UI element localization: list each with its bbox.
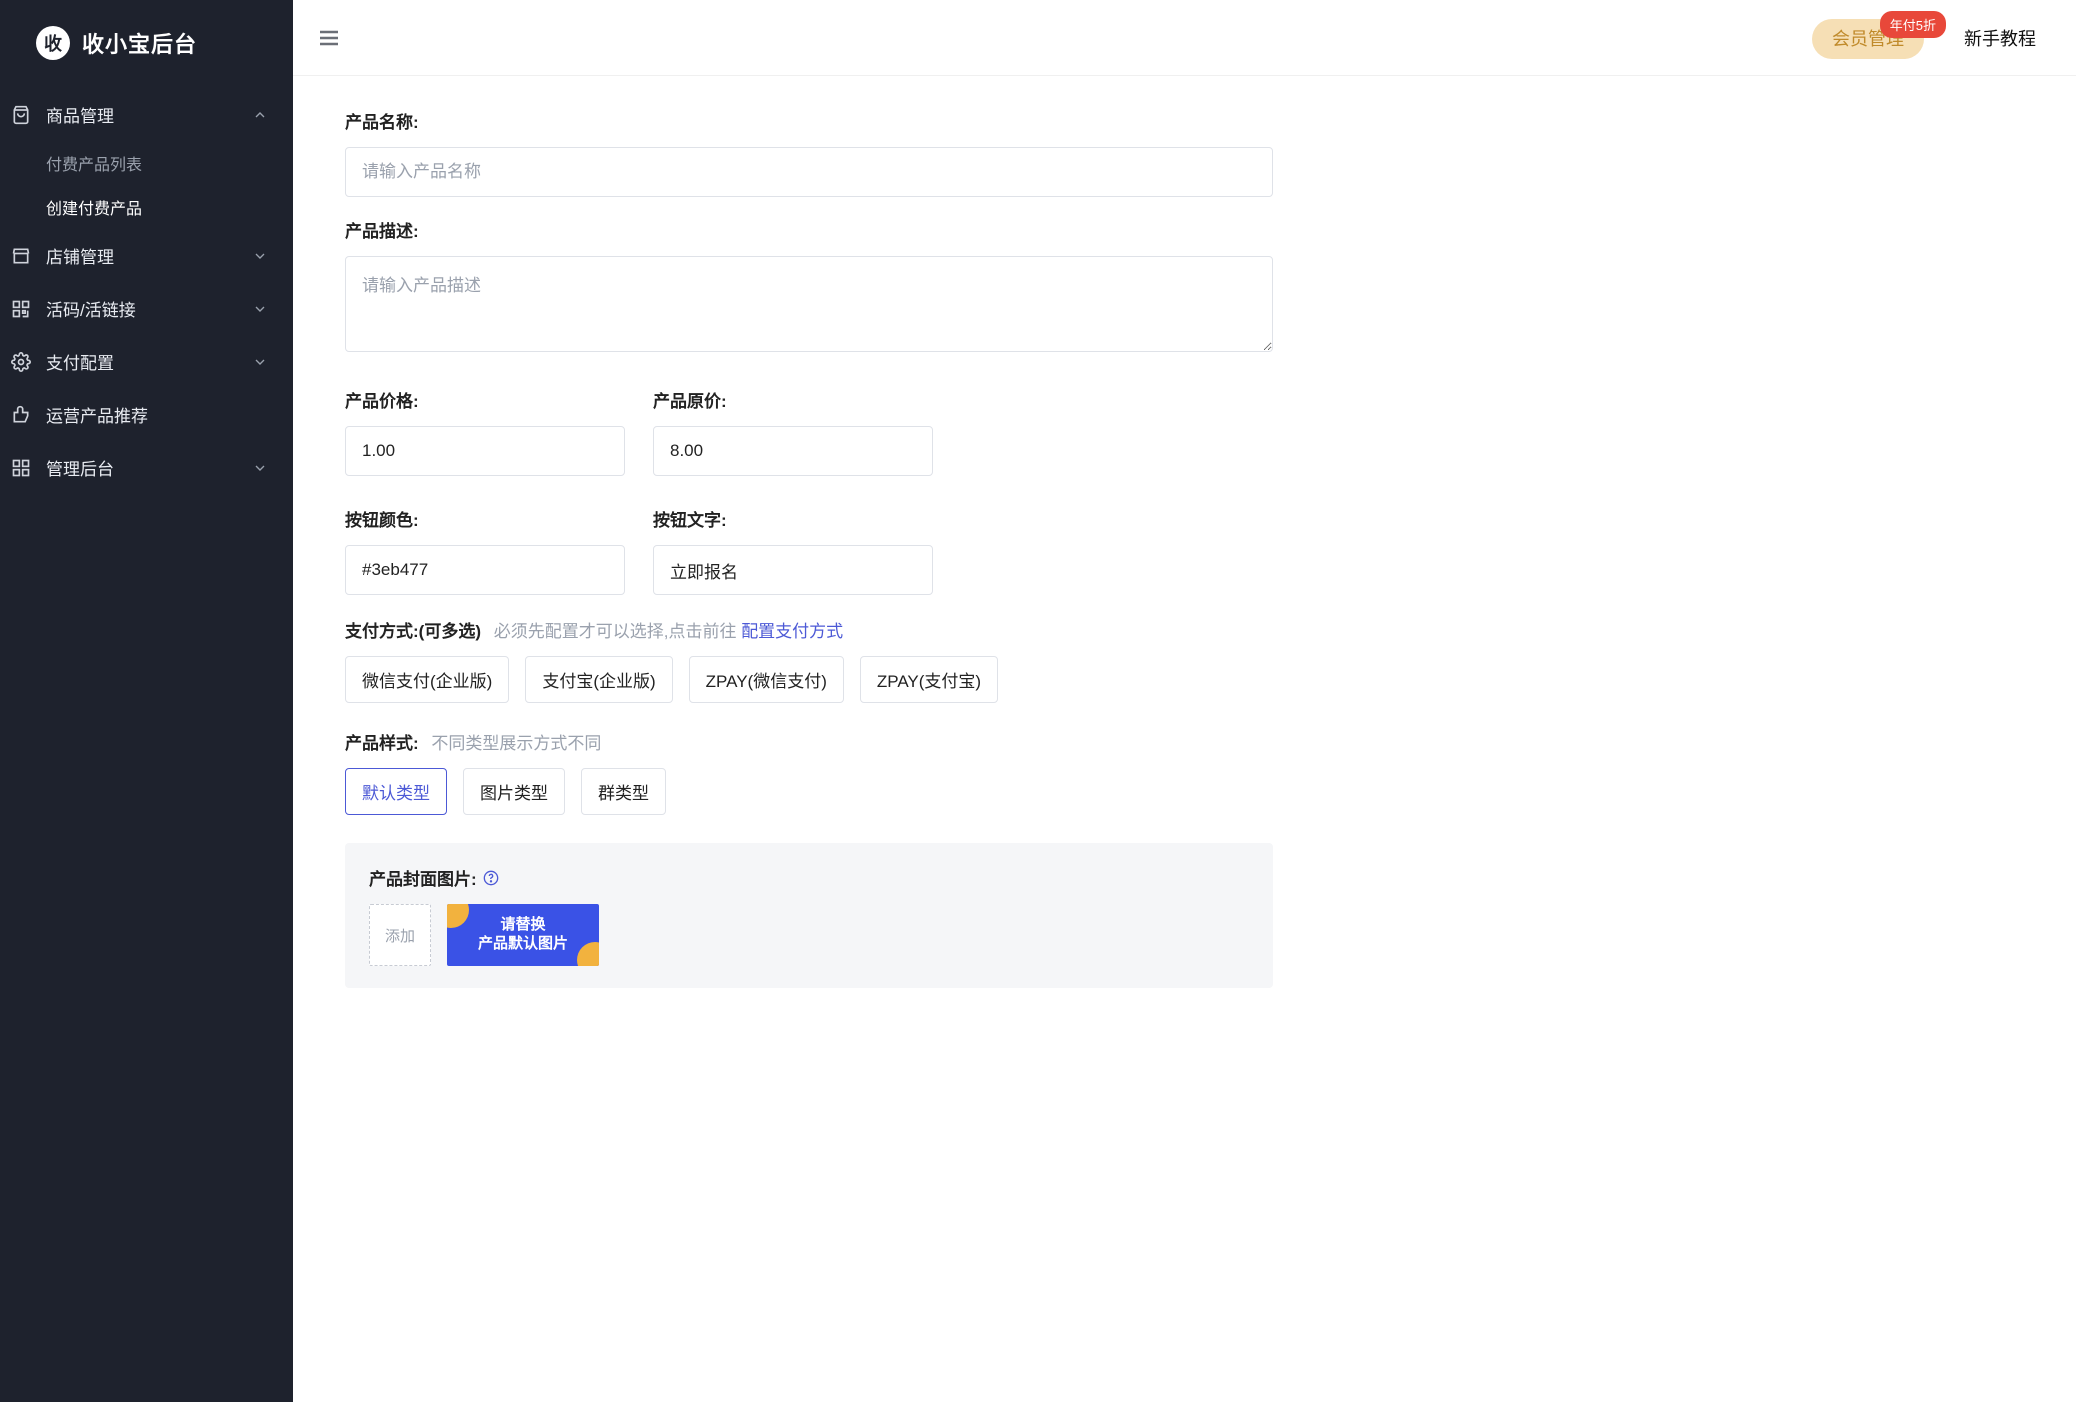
pay-option-zpay-alipay[interactable]: ZPAY(支付宝) xyxy=(860,656,998,703)
pay-option-wechat-enterprise[interactable]: 微信支付(企业版) xyxy=(345,656,509,703)
product-desc-label: 产品描述: xyxy=(345,217,1273,242)
topbar-right: 年付5折 会员管理 新手教程 xyxy=(1812,25,2036,51)
nav-label: 商品管理 xyxy=(46,102,237,127)
nav-sub-product-list[interactable]: 付费产品列表 xyxy=(0,141,293,185)
nav-item-livecode[interactable]: 活码/活链接 xyxy=(0,282,293,335)
brand-logo: 收 xyxy=(36,26,70,60)
cover-upload-row: 添加 请替换 产品默认图片 xyxy=(369,904,1249,966)
member-badge: 年付5折 xyxy=(1880,11,1946,38)
chevron-up-icon xyxy=(251,106,269,124)
nav-item-admin[interactable]: 管理后台 xyxy=(0,441,293,494)
nav-label: 店铺管理 xyxy=(46,243,237,268)
btn-text-label: 按钮文字: xyxy=(653,506,933,531)
nav-label: 管理后台 xyxy=(46,455,237,480)
chevron-down-icon xyxy=(251,353,269,371)
pay-method-label: 支付方式:(可多选) 必须先配置才可以选择,点击前往 配置支付方式 xyxy=(345,617,1273,642)
grid-icon xyxy=(10,457,32,479)
add-cover-button[interactable]: 添加 xyxy=(369,904,431,966)
topbar: 年付5折 会员管理 新手教程 xyxy=(293,0,2076,76)
price-input[interactable] xyxy=(345,426,625,476)
nav-item-products[interactable]: 商品管理 xyxy=(0,88,293,141)
orig-price-input[interactable] xyxy=(653,426,933,476)
brand: 收 收小宝后台 xyxy=(0,14,293,88)
qr-icon xyxy=(10,298,32,320)
chevron-down-icon xyxy=(251,247,269,265)
product-desc-input[interactable] xyxy=(345,256,1273,352)
cover-upload-card: 产品封面图片: 添加 请替换 产品默认图片 xyxy=(345,843,1273,988)
nav-label: 活码/活链接 xyxy=(46,296,237,321)
nav-label: 支付配置 xyxy=(46,349,237,374)
help-icon[interactable] xyxy=(483,870,499,886)
chevron-down-icon xyxy=(251,459,269,477)
btn-text-input[interactable] xyxy=(653,545,933,595)
content: 产品名称: 产品描述: 产品价格: 产品原价: 按钮颜色: xyxy=(293,76,2076,1402)
pay-method-hint: 必须先配置才可以选择,点击前往 配置支付方式 xyxy=(494,622,843,641)
style-label: 产品样式: 不同类型展示方式不同 xyxy=(345,729,1273,754)
cover-preview[interactable]: 请替换 产品默认图片 xyxy=(447,904,599,966)
cover-label: 产品封面图片: xyxy=(369,865,477,890)
store-icon xyxy=(10,245,32,267)
nav: 商品管理 付费产品列表 创建付费产品 店铺管理 活码/活链接 xyxy=(0,88,293,494)
nav-item-payment[interactable]: 支付配置 xyxy=(0,335,293,388)
pay-option-zpay-wechat[interactable]: ZPAY(微信支付) xyxy=(689,656,844,703)
member-wrap: 年付5折 会员管理 xyxy=(1812,25,1924,51)
style-option-default[interactable]: 默认类型 xyxy=(345,768,447,815)
nav-sub-create-product[interactable]: 创建付费产品 xyxy=(0,185,293,229)
gear-icon xyxy=(10,351,32,373)
tutorial-link[interactable]: 新手教程 xyxy=(1964,25,2036,51)
nav-sub-products: 付费产品列表 创建付费产品 xyxy=(0,141,293,229)
pay-method-label-text: 支付方式:(可多选) xyxy=(345,622,481,641)
style-label-text: 产品样式: xyxy=(345,734,419,753)
style-hint: 不同类型展示方式不同 xyxy=(431,734,601,753)
nav-label: 运营产品推荐 xyxy=(46,402,269,427)
sidebar: 收 收小宝后台 商品管理 付费产品列表 创建付费产品 店铺管理 xyxy=(0,0,293,1402)
btn-color-label: 按钮颜色: xyxy=(345,506,625,531)
bag-icon xyxy=(10,104,32,126)
product-name-input[interactable] xyxy=(345,147,1273,197)
nav-item-store[interactable]: 店铺管理 xyxy=(0,229,293,282)
brand-title: 收小宝后台 xyxy=(82,27,197,59)
nav-item-recommend[interactable]: 运营产品推荐 xyxy=(0,388,293,441)
style-option-image[interactable]: 图片类型 xyxy=(463,768,565,815)
price-label: 产品价格: xyxy=(345,387,625,412)
hamburger-icon[interactable] xyxy=(315,24,343,52)
create-product-form: 产品名称: 产品描述: 产品价格: 产品原价: 按钮颜色: xyxy=(293,108,1273,988)
product-name-label: 产品名称: xyxy=(345,108,1273,133)
style-option-group[interactable]: 群类型 xyxy=(581,768,666,815)
btn-color-input[interactable] xyxy=(345,545,625,595)
pay-options: 微信支付(企业版) 支付宝(企业版) ZPAY(微信支付) ZPAY(支付宝) xyxy=(345,656,1273,703)
cover-preview-text: 请替换 产品默认图片 xyxy=(478,916,568,954)
orig-price-label: 产品原价: xyxy=(653,387,933,412)
main: 年付5折 会员管理 新手教程 产品名称: 产品描述: 产品价格: 产品原价: xyxy=(293,0,2076,1402)
pay-option-alipay-enterprise[interactable]: 支付宝(企业版) xyxy=(525,656,672,703)
chevron-down-icon xyxy=(251,300,269,318)
cover-upload-title: 产品封面图片: xyxy=(369,865,1249,890)
style-options: 默认类型 图片类型 群类型 xyxy=(345,768,1273,815)
configure-pay-link[interactable]: 配置支付方式 xyxy=(741,622,843,641)
thumbs-up-icon xyxy=(10,404,32,426)
